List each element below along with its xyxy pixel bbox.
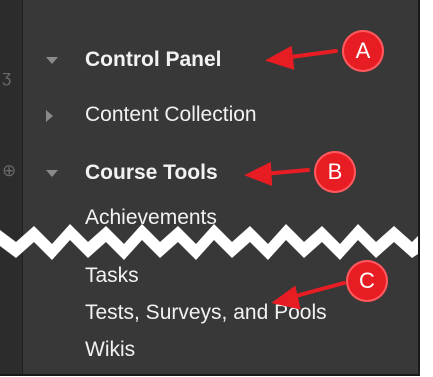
callout-marker-c: C <box>346 260 388 302</box>
arrow-b-head <box>244 161 273 186</box>
arrow-c-head <box>271 285 301 310</box>
callout-marker-b: B <box>314 151 356 193</box>
course-menu-panel: ʒ ⊕ Control Panel Content Collection Cou… <box>0 0 420 376</box>
arrow-c-shaft <box>290 281 346 299</box>
callout-marker-a: A <box>342 30 384 72</box>
arrow-a-head <box>264 45 295 70</box>
